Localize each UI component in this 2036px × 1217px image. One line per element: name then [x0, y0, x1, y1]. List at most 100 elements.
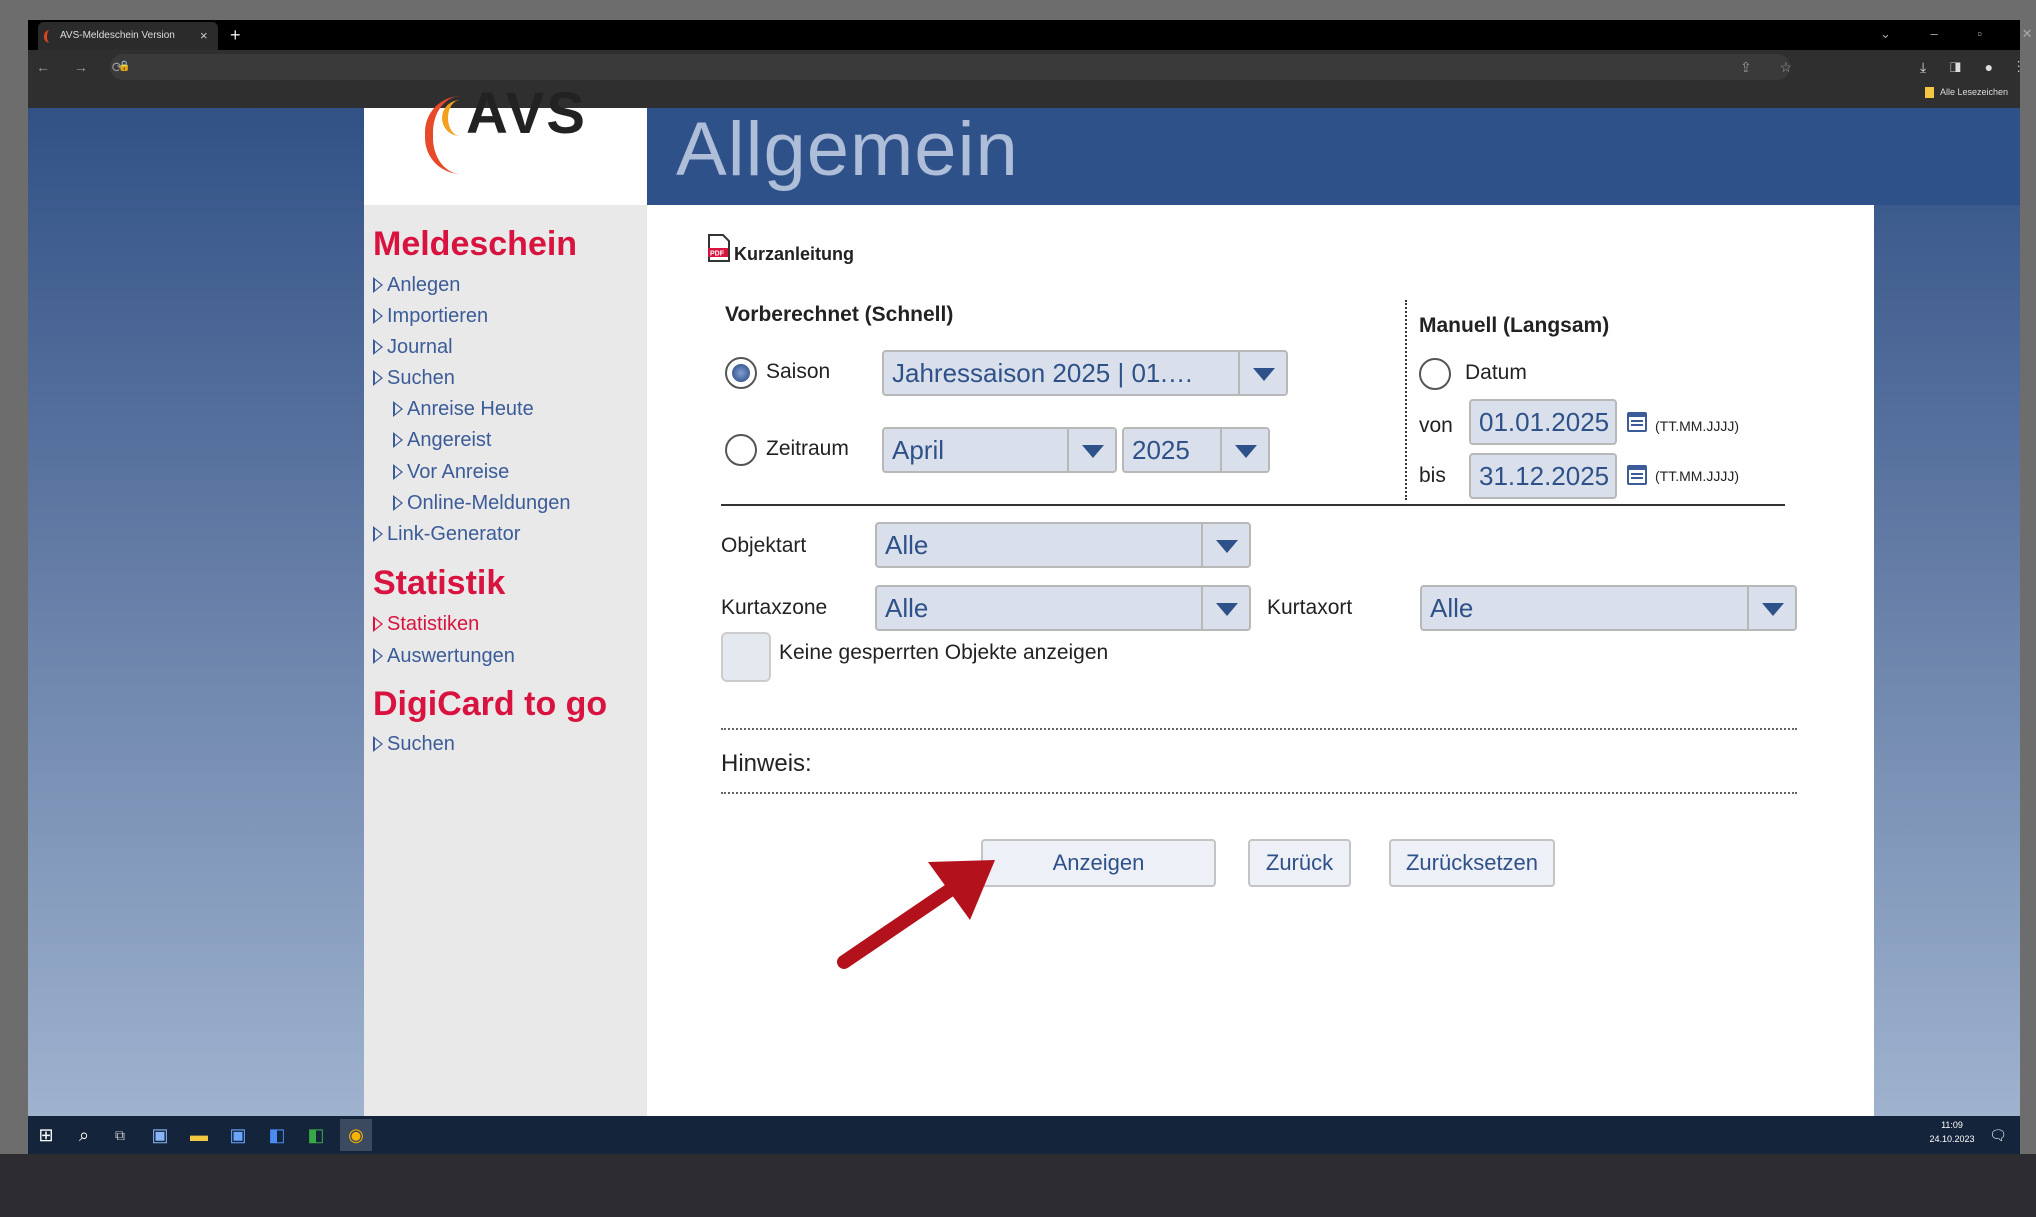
windows-start-icon[interactable]: ⊞: [30, 1119, 62, 1151]
sidebar-heading-statistik: Statistik: [373, 564, 506, 602]
task-view-icon[interactable]: ⧉: [104, 1119, 136, 1151]
monitor-bezel: [0, 1154, 2036, 1217]
von-label: von: [1419, 414, 1453, 437]
objektart-select[interactable]: Alle: [875, 522, 1251, 568]
kurzanleitung-link[interactable]: Kurzanleitung: [734, 244, 854, 265]
clock-date: 24.10.2023: [1929, 1134, 1975, 1144]
triangle-right-icon: [373, 277, 383, 293]
triangle-right-icon: [373, 736, 383, 752]
von-date-input[interactable]: 01.01.2025: [1469, 399, 1617, 445]
sidebar-subitem-angereist[interactable]: Angereist: [393, 426, 492, 454]
datum-radio[interactable]: [1419, 358, 1451, 390]
month-select[interactable]: April: [882, 427, 1117, 473]
bookmarks-label: Alle Lesezeichen: [1940, 87, 2009, 97]
chevron-down-icon: [1067, 429, 1115, 471]
kurtaxzone-select-value: Alle: [885, 593, 929, 623]
section-divider: [1405, 300, 1407, 500]
address-bar[interactable]: [110, 54, 1790, 80]
triangle-right-icon: [393, 495, 403, 511]
kurtaxort-select[interactable]: Alle: [1420, 585, 1797, 631]
sidebar-item-statistiken[interactable]: Statistiken: [373, 610, 479, 638]
kurtaxort-select-value: Alle: [1430, 593, 1474, 623]
anzeigen-button[interactable]: Anzeigen: [981, 839, 1216, 887]
sidebar-subitem-online-meldungen[interactable]: Online-Meldungen: [393, 489, 570, 517]
sidebar-item-label: Suchen: [387, 733, 455, 755]
sidebar-item-label: Online-Meldungen: [407, 492, 571, 514]
chevron-down-icon: [1220, 429, 1268, 471]
sidebar-subitem-vor-anreise[interactable]: Vor Anreise: [393, 458, 509, 486]
sidebar-heading-meldeschein: Meldeschein: [373, 225, 578, 263]
chrome-icon[interactable]: ◉: [340, 1119, 372, 1151]
tab-favicon-icon: [44, 30, 53, 43]
vorberechnet-heading: Vorberechnet (Schnell): [725, 303, 954, 326]
logo-text: AVS: [466, 81, 587, 146]
year-select[interactable]: 2025: [1122, 427, 1270, 473]
svg-text:PDF: PDF: [710, 251, 725, 258]
sidebar-item-label: Angereist: [407, 429, 492, 451]
sidebar-item-label: Anlegen: [387, 274, 461, 296]
sidebar-item-label: Journal: [387, 336, 453, 358]
notification-icon[interactable]: 🗨: [1982, 1119, 2014, 1151]
sidebar-item-anlegen[interactable]: Anlegen: [373, 271, 460, 299]
kurtaxzone-select[interactable]: Alle: [875, 585, 1251, 631]
bookmarks-folder[interactable]: Alle Lesezeichen: [1925, 84, 2008, 100]
triangle-right-icon: [393, 401, 403, 417]
browser-tab-strip: [28, 20, 2020, 50]
outlook-icon[interactable]: ◧: [261, 1119, 293, 1151]
chevron-down-icon: [1747, 587, 1795, 629]
calendar-icon[interactable]: [1627, 465, 1647, 485]
saison-label: Saison: [766, 360, 831, 383]
sidebar-item-label: Link-Generator: [387, 523, 521, 545]
zurueck-button[interactable]: Zurück: [1248, 839, 1351, 887]
sidebar-item-label: Auswertungen: [387, 645, 515, 667]
bis-format-hint: (TT.MM.JJJJ): [1655, 468, 1739, 484]
sidebar-item-digicard-suchen[interactable]: Suchen: [373, 730, 455, 758]
zuruecksetzen-button[interactable]: Zurücksetzen: [1389, 839, 1555, 887]
section-separator: [721, 504, 1785, 506]
sidebar-heading-digicard: DigiCard to go: [373, 685, 608, 723]
calendar-icon[interactable]: [1627, 412, 1647, 432]
teams-icon[interactable]: ▣: [144, 1119, 176, 1151]
page-title: Allgemein: [676, 107, 1019, 192]
remote-desktop-icon[interactable]: ▣: [222, 1119, 254, 1151]
objektart-label: Objektart: [721, 534, 807, 557]
hinweis-bottom-divider: [721, 792, 1797, 794]
triangle-right-icon: [393, 432, 403, 448]
chevron-down-icon: [1238, 352, 1286, 394]
sidebar-item-suchen[interactable]: Suchen: [373, 364, 455, 392]
bis-date-input[interactable]: 31.12.2025: [1469, 453, 1617, 499]
hinweis-label: Hinweis:: [721, 750, 812, 777]
excel-icon[interactable]: ◧: [300, 1119, 332, 1151]
saison-select[interactable]: Jahressaison 2025 | 01.01.2...: [882, 350, 1288, 396]
tab-close-icon[interactable]: ×: [200, 22, 208, 50]
window-controls[interactable]: ⌄ – ▫ ✕: [1880, 22, 2036, 46]
zeitraum-radio[interactable]: [725, 434, 757, 466]
sidebar-subitem-anreise-heute[interactable]: Anreise Heute: [393, 395, 534, 423]
kurtaxort-label: Kurtaxort: [1267, 596, 1353, 619]
sidebar-item-journal[interactable]: Journal: [373, 333, 453, 361]
search-icon[interactable]: ⌕: [68, 1119, 100, 1151]
new-tab-icon[interactable]: +: [230, 21, 241, 49]
zeitraum-label: Zeitraum: [766, 437, 849, 460]
share-bookmark-icons[interactable]: ⇪ ☆: [1740, 54, 1804, 80]
sidebar-item-auswertungen[interactable]: Auswertungen: [373, 642, 515, 670]
extension-icons[interactable]: ⤓ ◨ ● ⋮: [1920, 54, 2030, 80]
pointer-arrow-annotation: [830, 850, 1000, 970]
clock-time: 11:09: [1941, 1120, 1963, 1130]
triangle-right-icon: [373, 370, 383, 386]
sidebar-item-importieren[interactable]: Importieren: [373, 302, 488, 330]
triangle-right-icon: [373, 648, 383, 664]
browser-tab[interactable]: AVS-Meldeschein Version: [38, 22, 218, 50]
gesperrte-checkbox[interactable]: [721, 632, 771, 682]
sidebar-item-link-generator[interactable]: Link-Generator: [373, 520, 520, 548]
von-format-hint: (TT.MM.JJJJ): [1655, 418, 1739, 434]
triangle-right-icon: [393, 464, 403, 480]
lock-icon: 🔒: [118, 61, 131, 72]
triangle-right-icon: [373, 308, 383, 324]
file-explorer-icon[interactable]: ▬: [183, 1119, 215, 1151]
chevron-down-icon: [1201, 587, 1249, 629]
system-clock[interactable]: 11:09 24.10.2023: [1926, 1118, 1978, 1146]
saison-radio[interactable]: [725, 357, 757, 389]
sidebar-item-label: Anreise Heute: [407, 398, 534, 420]
folder-icon: [1925, 87, 1934, 99]
